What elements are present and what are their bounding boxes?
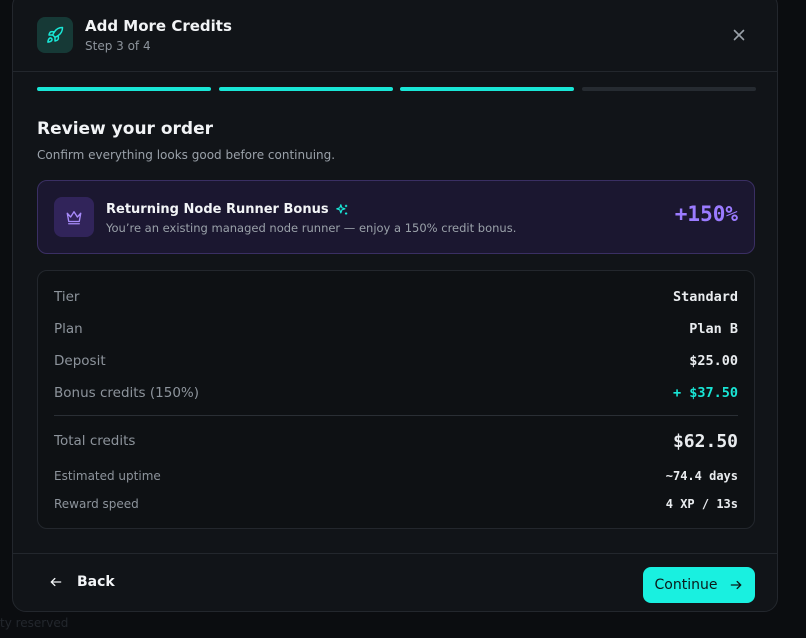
plan-value: Plan B xyxy=(689,321,738,337)
back-label: Back xyxy=(77,574,115,590)
crown-icon xyxy=(54,197,94,237)
total-value: $62.50 xyxy=(672,431,738,452)
uptime-value: ~74.4 days xyxy=(665,469,738,483)
arrow-left-icon xyxy=(50,577,62,587)
deposit-label: Deposit xyxy=(54,353,106,369)
close-icon xyxy=(733,29,745,41)
summary-row-total: Total credits $62.50 xyxy=(54,431,738,455)
uptime-label: Estimated uptime xyxy=(54,469,161,483)
progress-step-1 xyxy=(37,87,211,91)
summary-divider xyxy=(54,415,738,416)
tier-value: Standard xyxy=(672,289,738,305)
bonus-title-text: Returning Node Runner Bonus xyxy=(106,202,329,217)
sparkles-icon xyxy=(335,203,347,215)
section-subtitle: Confirm everything looks good before con… xyxy=(37,148,336,162)
bonus-credits-label: Bonus credits (150%) xyxy=(54,385,200,401)
modal-header: Add More Credits Step 3 of 4 xyxy=(13,0,777,72)
progress-step-4 xyxy=(582,87,756,91)
add-credits-modal: Add More Credits Step 3 of 4 Review your… xyxy=(12,0,778,612)
summary-row-tier: Tier Standard xyxy=(54,289,738,309)
close-button[interactable] xyxy=(729,25,749,45)
back-button[interactable]: Back xyxy=(49,574,115,590)
tier-label: Tier xyxy=(54,289,80,305)
summary-row-speed: Reward speed 4 XP / 13s xyxy=(54,497,738,517)
bonus-banner: Returning Node Runner Bonus You’re an ex… xyxy=(37,180,755,254)
summary-row-uptime: Estimated uptime ~74.4 days xyxy=(54,469,738,489)
deposit-value: $25.00 xyxy=(689,353,738,369)
bonus-percent: +150% xyxy=(674,202,738,226)
summary-row-bonus: Bonus credits (150%) + $37.50 xyxy=(54,385,738,405)
plan-label: Plan xyxy=(54,321,83,337)
order-summary: Tier Standard Plan Plan B Deposit $25.00… xyxy=(37,270,755,529)
summary-row-plan: Plan Plan B xyxy=(54,321,738,341)
backdrop-text: ty reserved xyxy=(0,616,69,630)
rocket-icon xyxy=(37,17,73,53)
speed-value: 4 XP / 13s xyxy=(665,497,738,511)
section-title: Review your order xyxy=(37,119,213,139)
progress-steps xyxy=(37,87,756,91)
speed-label: Reward speed xyxy=(54,497,139,511)
summary-row-deposit: Deposit $25.00 xyxy=(54,353,738,373)
progress-step-2 xyxy=(219,87,393,91)
total-label: Total credits xyxy=(54,433,136,449)
modal-title: Add More Credits xyxy=(85,17,232,35)
continue-label: Continue xyxy=(654,577,718,593)
step-indicator: Step 3 of 4 xyxy=(85,39,151,53)
arrow-right-icon xyxy=(731,580,742,590)
bonus-credits-value: + $37.50 xyxy=(672,385,738,401)
bonus-description: You’re an existing managed node runner —… xyxy=(106,221,517,235)
continue-button[interactable]: Continue xyxy=(643,567,755,603)
bonus-title: Returning Node Runner Bonus xyxy=(106,202,349,217)
modal-footer: Back Continue xyxy=(13,553,777,611)
progress-step-3 xyxy=(400,87,574,91)
